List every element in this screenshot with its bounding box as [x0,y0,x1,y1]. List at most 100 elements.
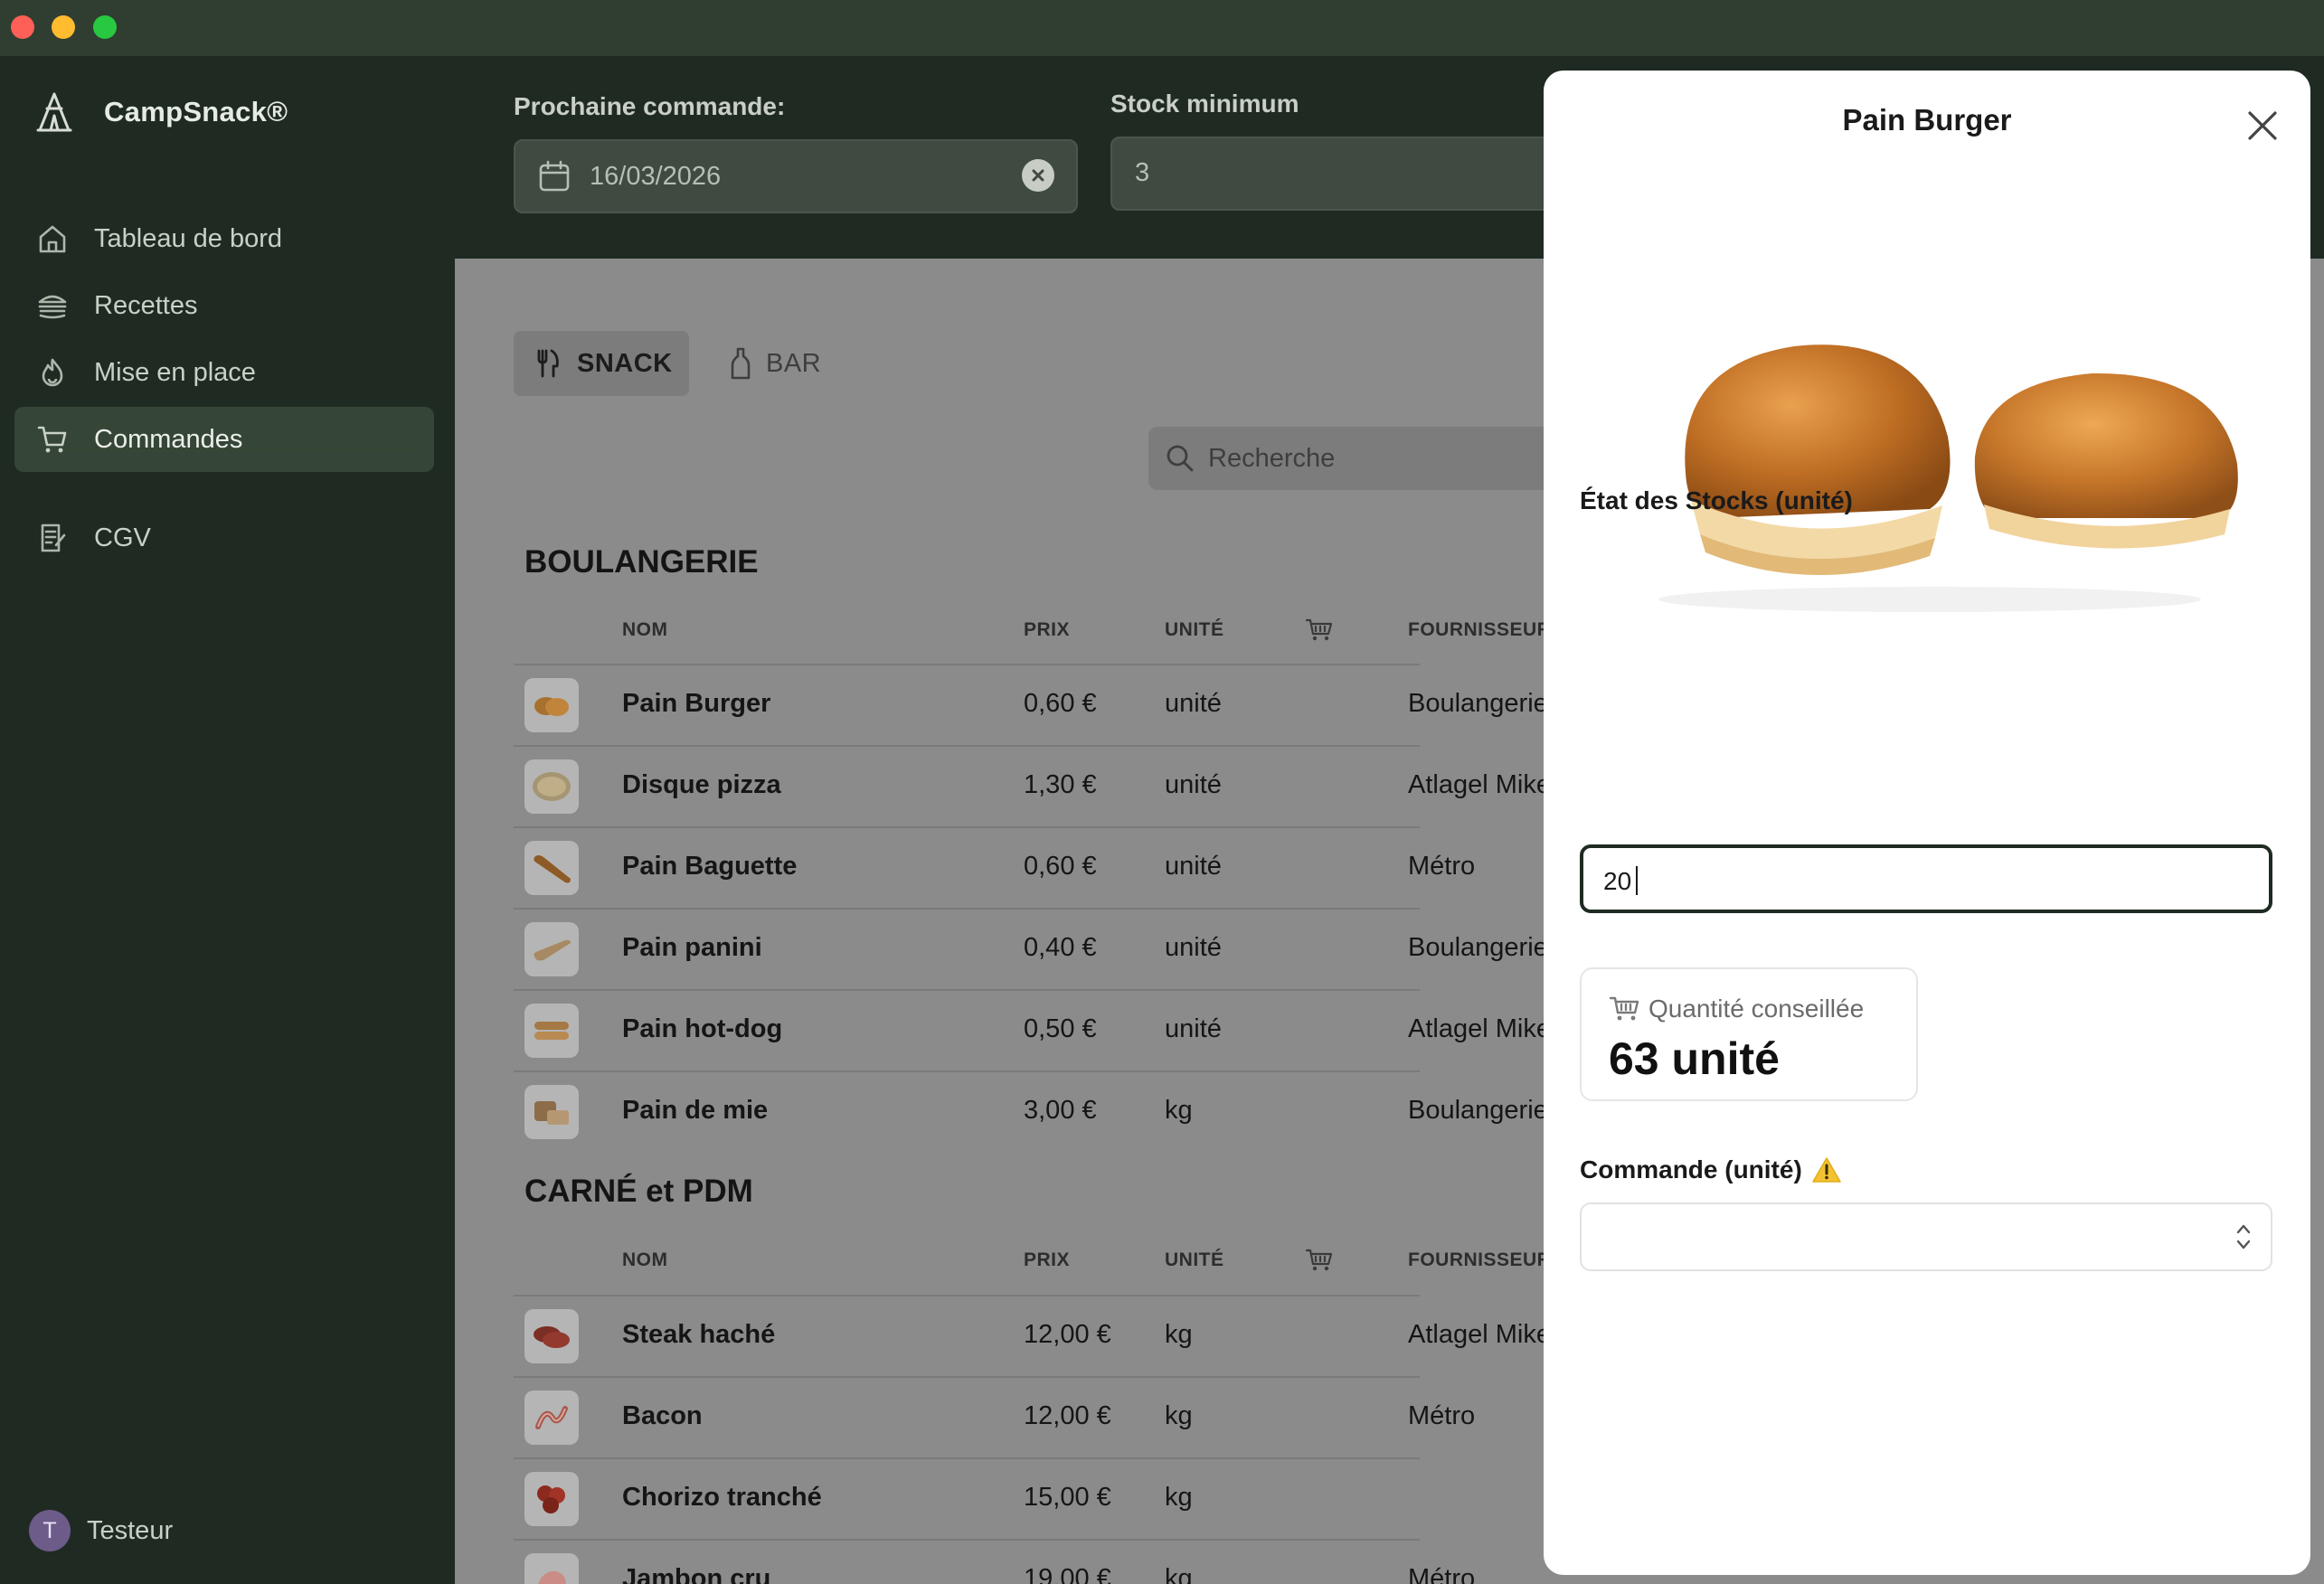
product-unit: kg [1165,1483,1193,1512]
next-order-label: Prochaine commande: [514,92,786,120]
product-supplier: Atlagel Mike [1408,770,1551,799]
window-titlebar [0,0,2324,56]
column-header-name: NOM [622,1249,668,1270]
sidebar-item-commandes[interactable]: Commandes [14,407,434,472]
stock-label: État des Stocks (unité) [1580,486,1853,514]
tab-bar[interactable]: BAR [717,331,835,396]
product-name: Pain Burger [622,689,771,718]
calendar-icon [539,160,570,192]
maximize-window-button[interactable] [93,15,117,39]
product-price: 3,00 € [1024,1096,1097,1125]
bottle-icon [731,347,751,380]
sidebar-item-label: Mise en place [94,357,256,387]
column-header-price: PRIX [1024,619,1071,640]
utensils-icon [537,349,559,378]
close-icon[interactable] [2242,105,2283,146]
sidebar-item-label: Commandes [94,424,243,454]
product-supplier: Boulangerie [1408,689,1548,718]
cart-icon [1609,996,1639,1021]
product-price: 1,30 € [1024,770,1097,799]
order-label-row: Commande (unité) [1580,1155,1842,1184]
sidebar-divider [36,454,418,456]
product-price: 12,00 € [1024,1320,1111,1349]
stock-input[interactable]: 20 [1580,844,2272,913]
next-order-date-field[interactable]: 16/03/2026 [514,139,1078,213]
product-unit: kg [1165,1401,1193,1430]
product-supplier: Atlagel Mike [1408,1320,1551,1349]
product-unit: kg [1165,1564,1193,1584]
product-supplier: Boulangerie [1408,1096,1548,1125]
product-name: Jambon cru [622,1564,771,1584]
product-thumbnail [524,1391,579,1445]
brand: CampSnack® [36,90,288,134]
product-price: 19,00 € [1024,1564,1111,1584]
row-divider [514,745,1420,747]
tent-logo-icon [36,92,72,132]
sidebar-item-cgv[interactable]: CGV [14,505,434,570]
row-divider [514,1376,1420,1378]
suggested-value: 63 unité [1609,1033,1780,1084]
avatar: T [29,1510,71,1551]
product-name: Disque pizza [622,770,781,799]
product-unit: unité [1165,1014,1222,1043]
product-name: Bacon [622,1401,703,1430]
app-name: CampSnack® [104,96,288,127]
product-unit: kg [1165,1096,1193,1125]
product-unit: unité [1165,933,1222,962]
home-icon [34,221,71,257]
product-thumbnail [524,841,579,895]
order-quantity-input[interactable] [1580,1202,2272,1271]
cart-column-icon [1305,618,1333,641]
column-header-unit: UNITÉ [1165,1249,1224,1270]
product-thumbnail [524,1309,579,1363]
product-price: 12,00 € [1024,1401,1111,1430]
close-window-button[interactable] [11,15,34,39]
product-price: 0,40 € [1024,933,1097,962]
category-title: CARNÉ et PDM [524,1174,753,1209]
column-header-supplier: FOURNISSEUR [1408,619,1552,640]
product-thumbnail [524,1553,579,1584]
cart-icon [34,421,71,457]
sidebar-item-mise-en-place[interactable]: Mise en place [14,340,434,405]
clear-date-button[interactable] [1022,159,1054,192]
close-icon [1032,169,1044,182]
column-header-name: NOM [622,619,668,640]
table-divider [514,664,1420,665]
minimize-window-button[interactable] [52,15,75,39]
tab-snack[interactable]: SNACK [514,331,689,396]
row-divider [514,1070,1420,1072]
row-divider [514,908,1420,910]
sidebar-item-tableau-de-bord[interactable]: Tableau de bord [14,206,434,271]
sidebar-item-label: Recettes [94,290,198,320]
stepper-icon[interactable] [2234,1221,2253,1253]
tab-label: SNACK [577,348,673,378]
panel-title: Pain Burger [1842,103,2012,137]
product-name: Pain de mie [622,1096,769,1125]
product-supplier: Métro [1408,1401,1476,1430]
product-unit: kg [1165,1320,1193,1349]
product-unit: unité [1165,852,1222,881]
min-stock-field[interactable]: 3 [1110,137,1584,211]
user-profile[interactable]: T Testeur [29,1510,173,1551]
product-thumbnail [524,678,579,732]
category-title: BOULANGERIE [524,544,759,580]
row-divider [514,1457,1420,1459]
suggested-caption: Quantité conseillée [1609,995,1864,1023]
column-header-unit: UNITÉ [1165,619,1224,640]
column-header-price: PRIX [1024,1249,1071,1270]
product-price: 0,60 € [1024,852,1097,881]
product-name: Pain Baguette [622,852,798,881]
row-divider [514,989,1420,991]
search-icon [1167,445,1194,472]
product-image [1658,344,2238,612]
warning-icon [1812,1157,1841,1183]
product-price: 0,50 € [1024,1014,1097,1043]
product-unit: unité [1165,689,1222,718]
suggested-label: Quantité conseillée [1649,995,1865,1023]
product-name: Steak haché [622,1320,776,1349]
sidebar-item-label: CGV [94,523,151,552]
product-thumbnail [524,759,579,814]
sidebar-item-recettes[interactable]: Recettes [14,273,434,338]
user-name: Testeur [87,1515,174,1545]
cart-column-icon [1305,1249,1333,1271]
